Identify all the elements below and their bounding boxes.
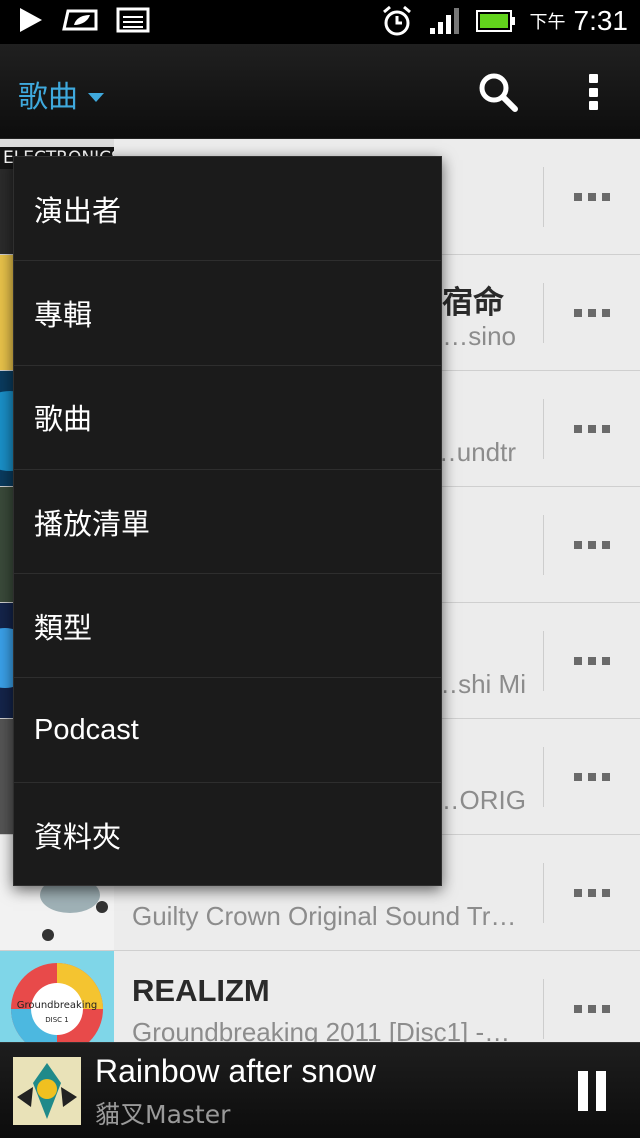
now-playing-bar[interactable]: Rainbow after snow 貓叉Master [0,1042,640,1138]
signal-icon [429,8,459,34]
svg-text:Groundbreaking: Groundbreaking [17,1000,98,1011]
now-playing-album-art [13,1057,81,1125]
overflow-menu-icon[interactable] [578,70,608,114]
battery-icon [475,10,515,32]
dropdown-caret-icon [88,92,104,102]
list-item[interactable]: Groundbreaking DISC 1 REALIZM Groundbrea… [0,951,640,1042]
now-playing-title: Rainbow after snow [95,1053,377,1089]
image-icon [116,7,150,33]
divider [543,631,544,691]
menu-item-artists[interactable]: 演出者 [14,157,441,262]
view-dropdown-menu: 演出者 專輯 歌曲 播放清單 類型 Podcast 資料夾 [13,156,442,886]
divider [543,283,544,343]
more-options-icon[interactable] [574,883,612,903]
divider [543,979,544,1039]
more-options-icon[interactable] [574,651,612,671]
action-bar: 歌曲 [0,44,640,139]
more-options-icon[interactable] [574,303,612,323]
divider [543,747,544,807]
divider [543,399,544,459]
view-title: 歌曲 [18,80,78,115]
more-options-icon[interactable] [574,535,612,555]
menu-item-genres[interactable]: 類型 [14,574,441,679]
eco-leaf-icon [62,9,98,31]
status-bar: 下午 7:31 [0,0,640,44]
more-options-icon[interactable] [574,767,612,787]
menu-item-playlists[interactable]: 播放清單 [14,470,441,575]
now-playing-artist: 貓叉Master [95,1100,231,1129]
album-art: Groundbreaking DISC 1 [0,951,114,1042]
song-subtitle: Groundbreaking 2011 [Disc1] -… [132,1017,511,1042]
song-title: REALIZM [132,973,270,1008]
clock-ampm: 下午 [529,12,566,33]
svg-text:DISC 1: DISC 1 [45,1016,68,1024]
menu-item-songs[interactable]: 歌曲 [14,366,441,470]
play-icon [20,8,42,32]
clock-time: 7:31 [573,5,629,36]
menu-item-albums[interactable]: 專輯 [14,261,441,366]
divider [543,863,544,923]
menu-item-podcast[interactable]: Podcast [14,678,441,783]
more-options-icon[interactable] [574,419,612,439]
divider [543,167,544,227]
alarm-icon [382,5,411,36]
more-options-icon[interactable] [574,999,612,1019]
menu-item-folders[interactable]: 資料夾 [14,783,441,887]
view-selector-spinner[interactable]: 歌曲 [18,72,104,116]
divider [543,515,544,575]
pause-icon[interactable] [578,1071,606,1111]
song-subtitle: Guilty Crown Original Sound Tr… [132,901,517,931]
search-icon[interactable] [476,70,520,114]
more-options-icon[interactable] [574,187,612,207]
